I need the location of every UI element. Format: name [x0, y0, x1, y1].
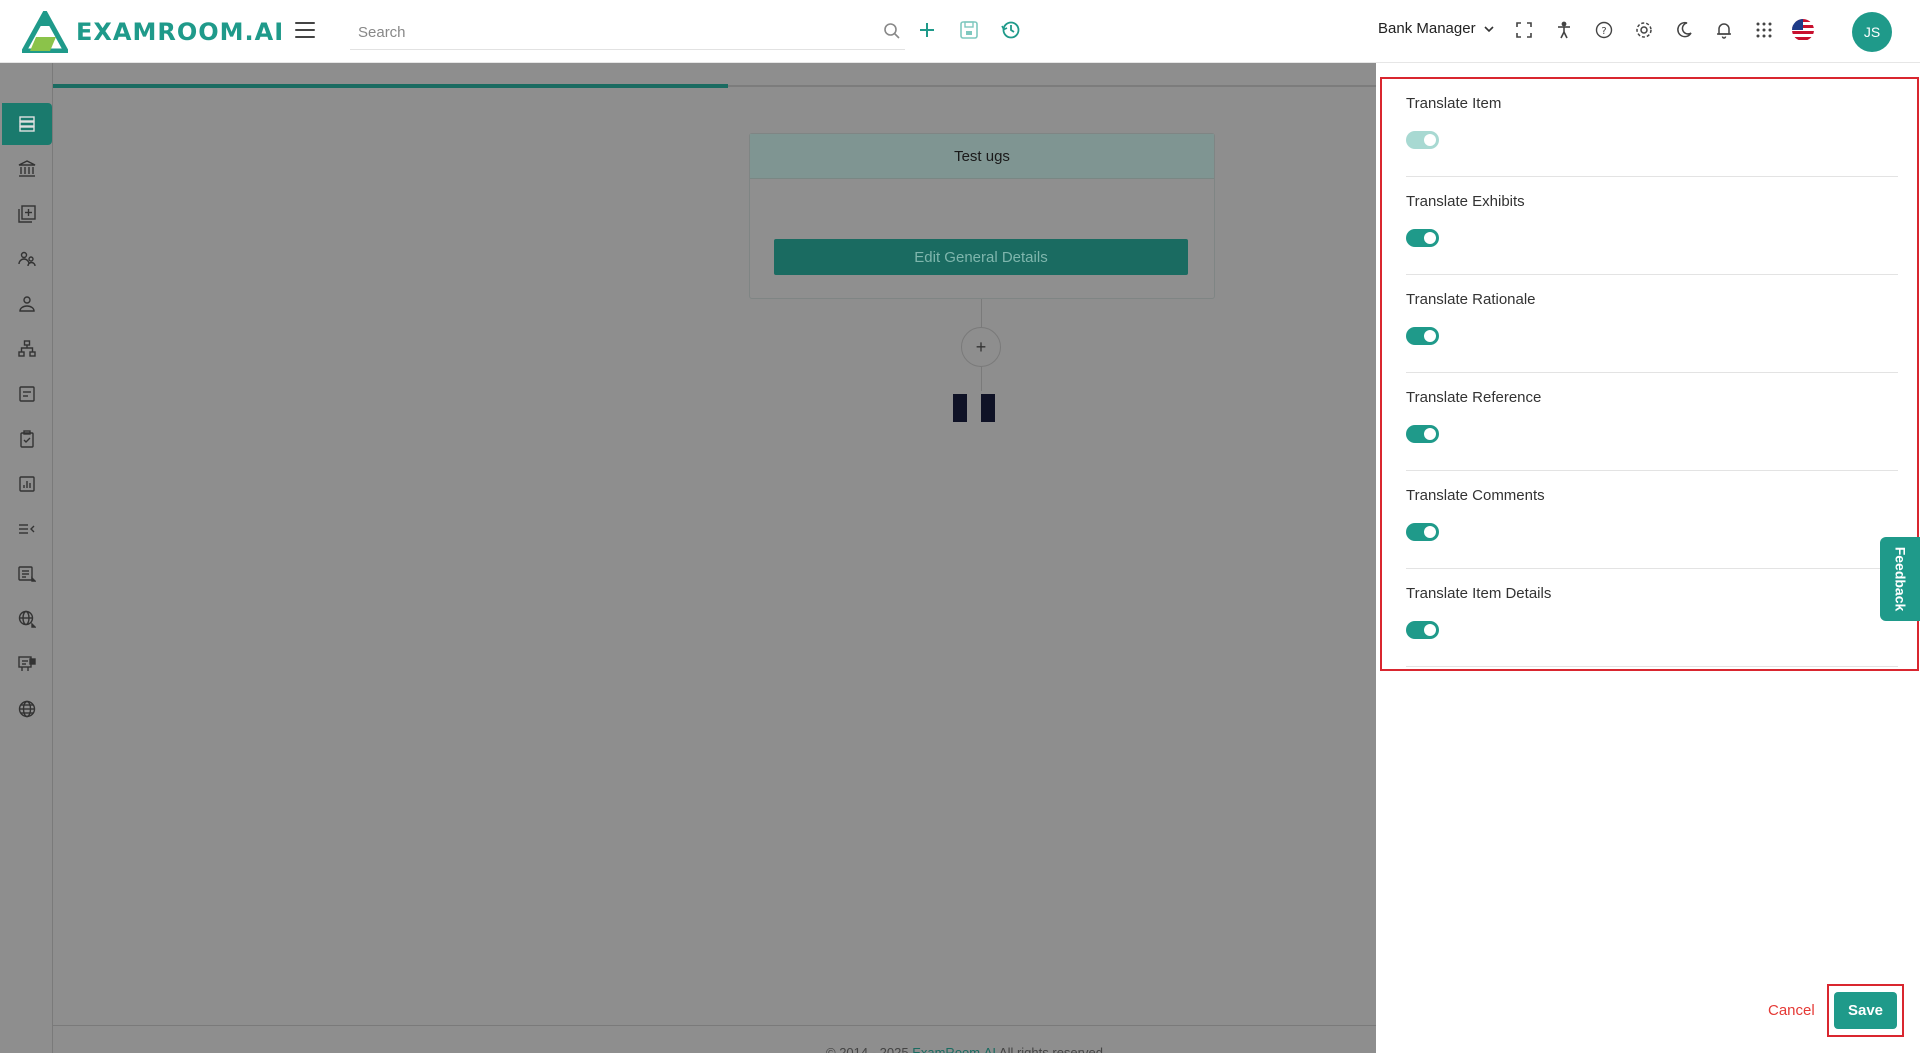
top-bar: EXAMROOM.AI Bank Manager ? [0, 0, 1920, 63]
setting-translate-exhibits: Translate Exhibits [1406, 177, 1898, 275]
sidebar-item-reports[interactable] [2, 463, 52, 505]
save-button[interactable]: Save [1834, 992, 1897, 1029]
sidebar-item-bank[interactable] [2, 148, 52, 190]
footer-copyright: © 2014 - 2025 ExamRoom.AI All rights res… [826, 1045, 1107, 1053]
footer-divider [53, 1025, 1376, 1026]
list-edit-icon [18, 566, 36, 582]
header-tools: ? [1512, 18, 1814, 42]
setting-translate-reference: Translate Reference [1406, 373, 1898, 471]
finish-flag-icon [953, 394, 1009, 422]
bank-icon [18, 160, 36, 177]
settings-icon[interactable] [1632, 18, 1656, 42]
sidebar-item-dashboard[interactable] [2, 103, 52, 145]
report-chart-icon [19, 476, 35, 492]
help-icon[interactable]: ? [1592, 18, 1616, 42]
setting-label: Translate Rationale [1406, 291, 1536, 308]
setting-label: Translate Item Details [1406, 585, 1552, 602]
footer-suffix: All rights reserved. [996, 1045, 1107, 1053]
edit-general-details-button[interactable]: Edit General Details [774, 239, 1188, 275]
setting-label: Translate Reference [1406, 389, 1542, 406]
add-item-icon [18, 205, 36, 223]
brand-name: EXAMROOM.AI [76, 18, 285, 46]
sidebar [0, 63, 53, 1053]
sidebar-item-users-group[interactable] [2, 238, 52, 280]
setting-translate-rationale: Translate Rationale [1406, 275, 1898, 373]
svg-text:?: ? [1601, 26, 1606, 37]
logo-mark-icon [22, 11, 68, 53]
cancel-button[interactable]: Cancel [1768, 1002, 1815, 1019]
card-title: Test ugs [750, 134, 1214, 179]
quick-actions [915, 18, 1023, 42]
form-icon [19, 386, 35, 402]
user-icon [19, 296, 35, 312]
translate-exhibits-toggle[interactable] [1406, 229, 1439, 247]
sidebar-item-presentation[interactable] [2, 643, 52, 685]
setting-translate-item: Translate Item [1406, 79, 1898, 177]
general-details-card: Test ugs Edit General Details [749, 133, 1215, 299]
hierarchy-icon [18, 340, 36, 357]
translate-item-details-toggle[interactable] [1406, 621, 1439, 639]
setting-label: Translate Item [1406, 95, 1502, 112]
setting-label: Translate Exhibits [1406, 193, 1525, 210]
save-icon[interactable] [957, 18, 981, 42]
add-step-button[interactable]: + [961, 327, 1001, 367]
globe-icon [18, 700, 36, 718]
plus-icon[interactable] [915, 18, 939, 42]
search-bar [350, 16, 905, 50]
sidebar-item-list-edit[interactable] [2, 553, 52, 595]
sidebar-item-clipboard[interactable] [2, 418, 52, 460]
main-canvas: Test ugs Edit General Details + © 2014 -… [53, 63, 1376, 1053]
presentation-icon [18, 656, 36, 671]
list-collapse-icon [19, 524, 35, 534]
sidebar-item-globe-edit[interactable] [2, 598, 52, 640]
examroom-logo[interactable]: EXAMROOM.AI [22, 11, 284, 53]
apps-grid-icon[interactable] [1752, 18, 1776, 42]
feedback-tab[interactable]: Feedback [1880, 537, 1920, 621]
translate-item-toggle[interactable] [1406, 131, 1439, 149]
dashboard-icon [19, 116, 35, 132]
chevron-down-icon [1483, 25, 1494, 32]
footer-prefix: © 2014 - 2025 [826, 1045, 913, 1053]
sidebar-item-list-collapse[interactable] [2, 508, 52, 550]
dark-mode-icon[interactable] [1672, 18, 1696, 42]
avatar[interactable]: JS [1852, 12, 1892, 52]
clipboard-check-icon [20, 430, 34, 448]
settings-highlight-box: Translate Item Translate Exhibits Transl… [1380, 77, 1919, 671]
translate-comments-toggle[interactable] [1406, 523, 1439, 541]
menu-toggle-icon[interactable] [295, 22, 315, 38]
globe-edit-icon [18, 610, 36, 628]
setting-translate-comments: Translate Comments [1406, 471, 1898, 569]
sidebar-item-hierarchy[interactable] [2, 328, 52, 370]
translate-rationale-toggle[interactable] [1406, 327, 1439, 345]
setting-translate-item-details: Translate Item Details [1406, 569, 1898, 667]
translate-reference-toggle[interactable] [1406, 425, 1439, 443]
notification-icon[interactable] [1712, 18, 1736, 42]
sidebar-item-form[interactable] [2, 373, 52, 415]
role-dropdown[interactable]: Bank Manager [1378, 20, 1494, 37]
feedback-label: Feedback [1892, 546, 1908, 612]
save-highlight-box: Save [1827, 984, 1904, 1037]
translation-settings-panel: Translate Item Translate Exhibits Transl… [1376, 63, 1920, 1053]
us-flag-icon[interactable] [1792, 19, 1814, 41]
sidebar-item-globe[interactable] [2, 688, 52, 730]
role-label: Bank Manager [1378, 20, 1476, 37]
users-group-icon [18, 251, 36, 267]
accessibility-icon[interactable] [1552, 18, 1576, 42]
search-input[interactable] [350, 16, 870, 48]
setting-label: Translate Comments [1406, 487, 1545, 504]
sidebar-item-user[interactable] [2, 283, 52, 325]
fullscreen-icon[interactable] [1512, 18, 1536, 42]
footer-link[interactable]: ExamRoom.AI [912, 1045, 996, 1053]
sidebar-item-add-item[interactable] [2, 193, 52, 235]
search-icon[interactable] [883, 22, 901, 45]
progress-fill [53, 84, 728, 88]
history-icon[interactable] [999, 18, 1023, 42]
